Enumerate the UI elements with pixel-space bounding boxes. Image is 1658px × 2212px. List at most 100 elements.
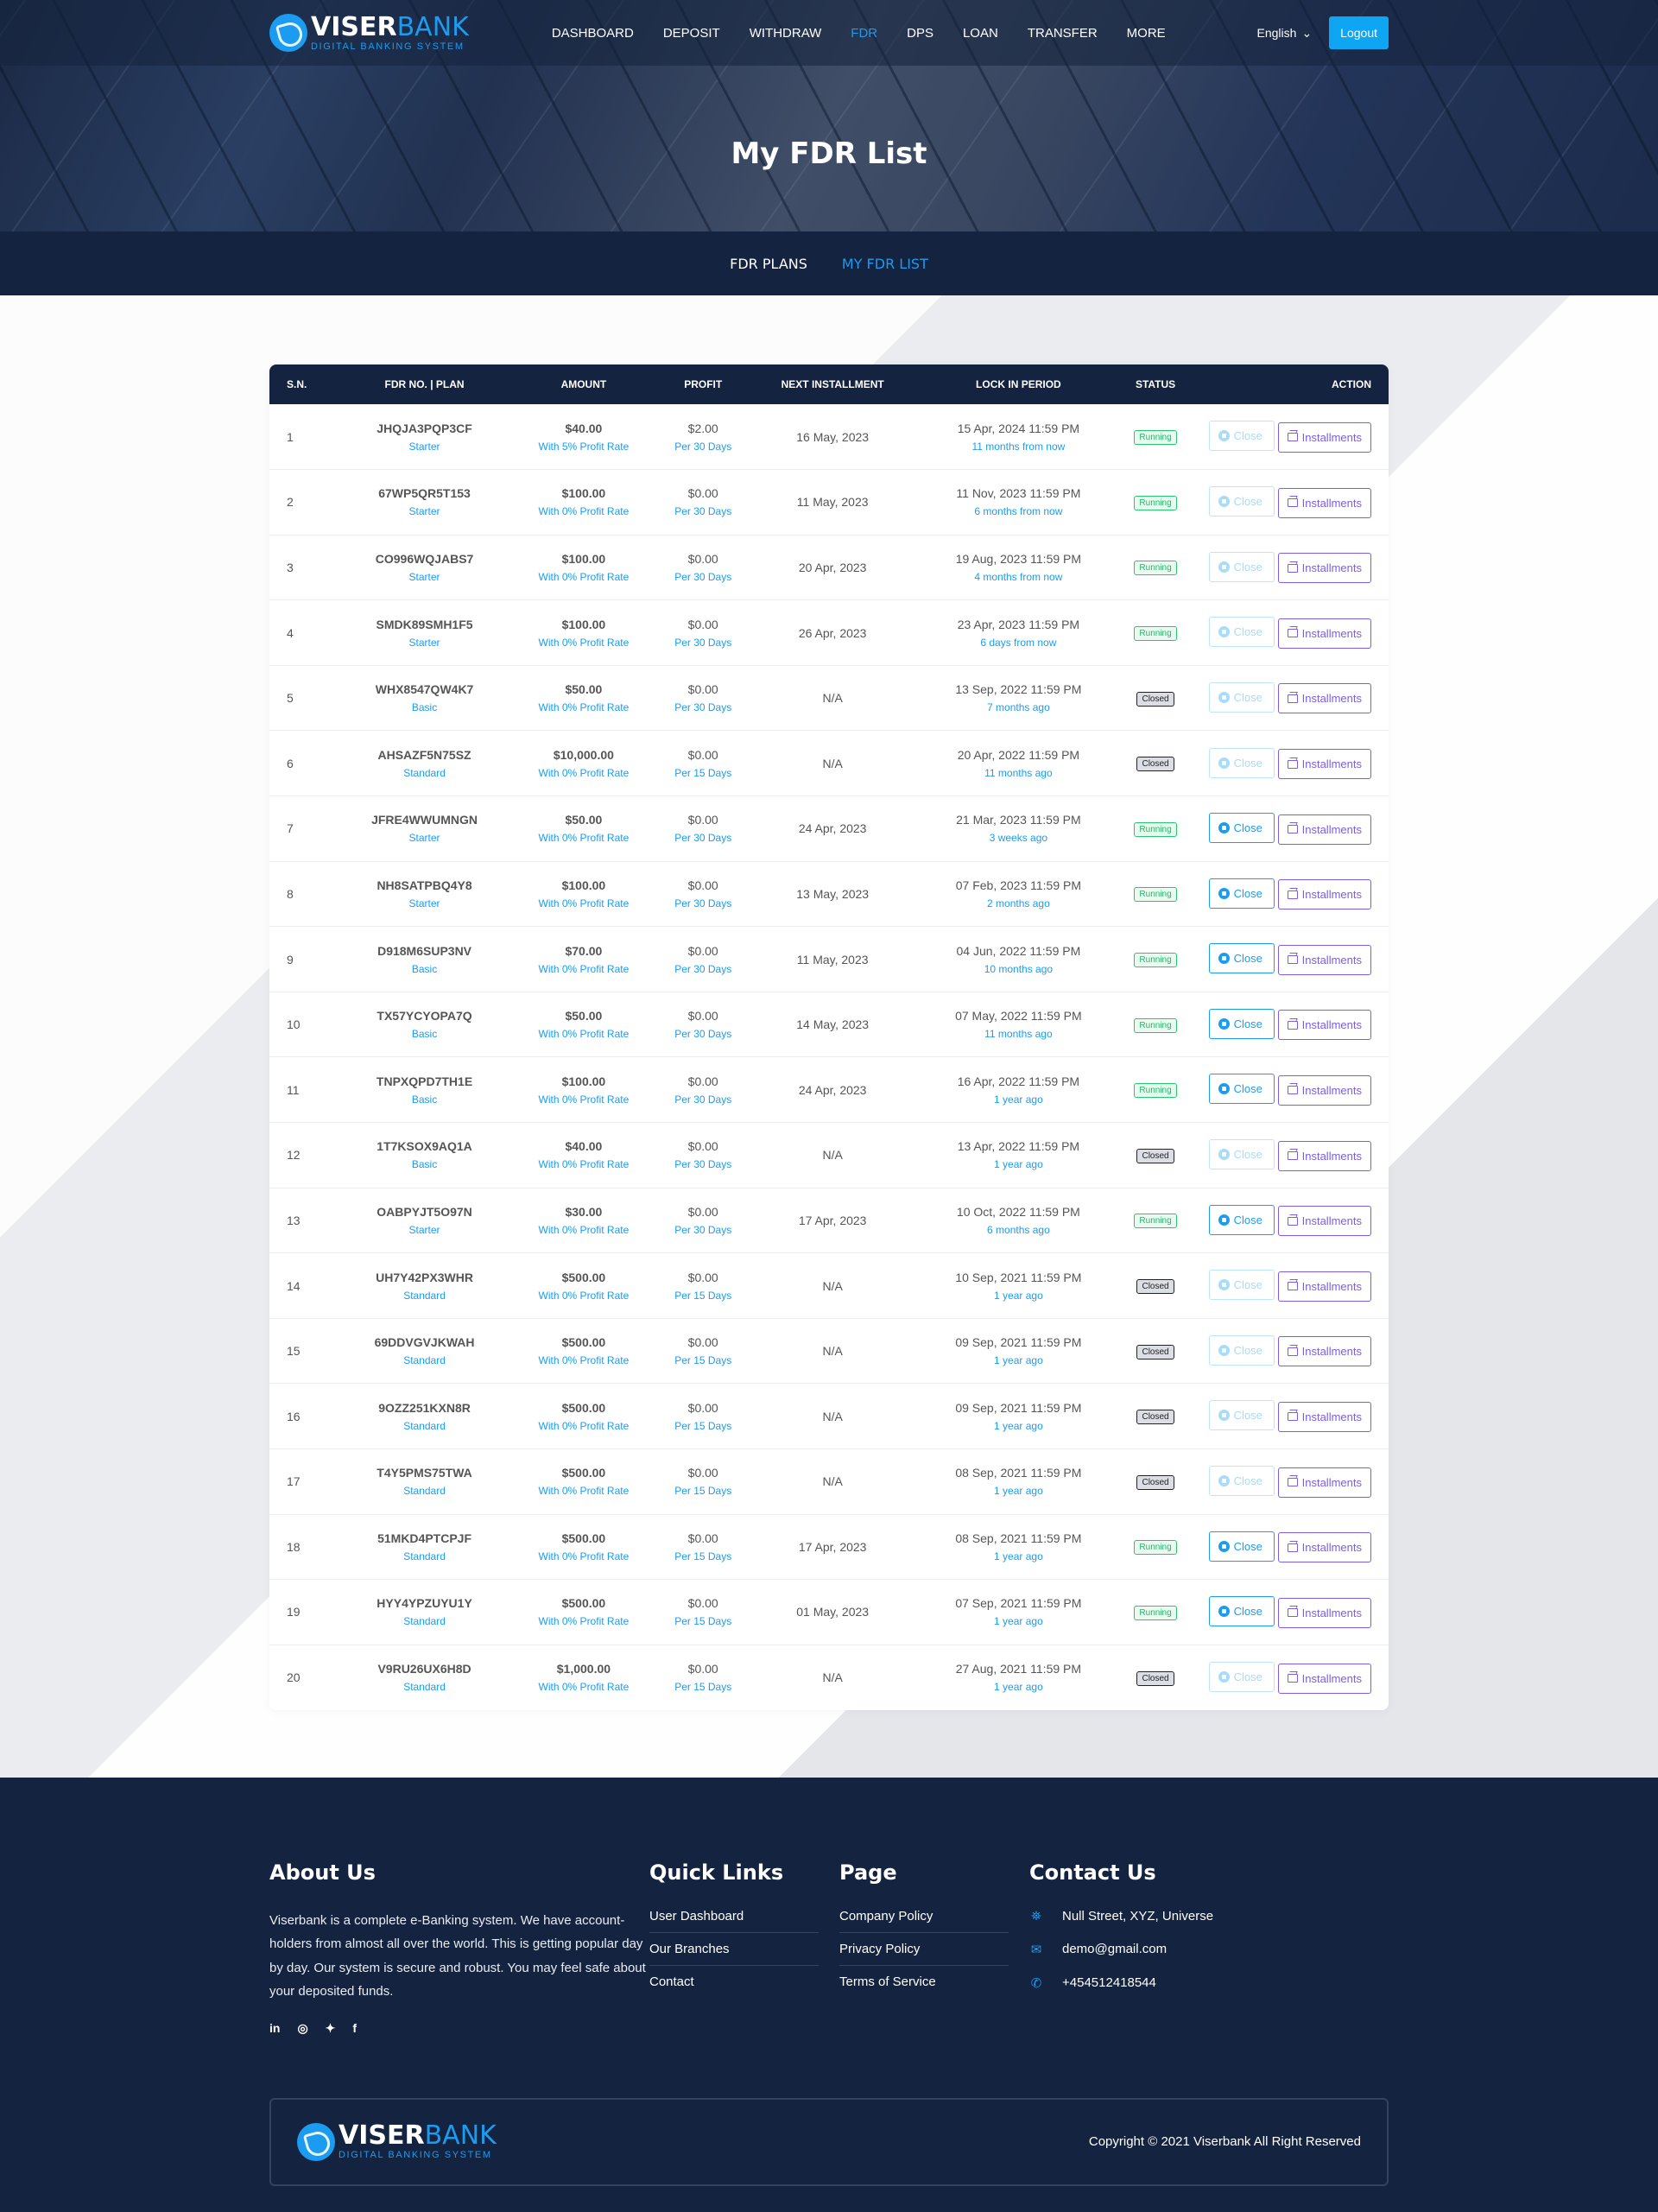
nav-loan[interactable]: LOAN — [963, 26, 998, 41]
footer-link-contact[interactable]: Contact — [649, 1966, 819, 1998]
close-fdr-button: Close — [1208, 1400, 1275, 1431]
nav-dps[interactable]: DPS — [907, 26, 933, 41]
close-fdr-button[interactable]: Close — [1208, 1531, 1275, 1562]
lock-date: 09 Sep, 2021 11:59 PM — [955, 1400, 1082, 1415]
cell-next-installment: 16 May, 2023 — [796, 429, 870, 444]
installments-button[interactable]: Installments — [1277, 1532, 1371, 1563]
language-select[interactable]: English ⌄ — [1257, 26, 1313, 41]
lock-date: 09 Sep, 2021 11:59 PM — [955, 1335, 1082, 1350]
wallet-icon — [1287, 955, 1298, 965]
installments-button[interactable]: Installments — [1277, 944, 1371, 975]
cell-amount: $100.00 With 0% Profit Rate — [510, 1057, 657, 1123]
close-fdr-button[interactable]: Close — [1208, 813, 1275, 844]
installments-button[interactable]: Installments — [1277, 1467, 1371, 1498]
table-row: 10 TX57YCYOPA7Q Basic $50.00 With 0% Profit … — [269, 992, 1389, 1057]
table-row: 4 SMDK89SMH1F5 Starter $100.00 With 0% Profi… — [269, 600, 1389, 666]
installments-button[interactable]: Installments — [1277, 1597, 1371, 1628]
installments-button[interactable]: Installments — [1277, 1010, 1371, 1041]
profit-period: Per 30 Days — [674, 570, 732, 583]
nav-dashboard[interactable]: DASHBOARD — [552, 26, 634, 41]
subnav-fdr-plans[interactable]: FDR PLANS — [730, 256, 807, 272]
contact-email-text[interactable]: demo@gmail.com — [1062, 1942, 1167, 1956]
nav-deposit[interactable]: DEPOSIT — [663, 26, 720, 41]
stop-circle-icon — [1218, 822, 1230, 834]
close-fdr-button[interactable]: Close — [1208, 1596, 1275, 1627]
amount-value: $100.00 — [561, 617, 606, 631]
cell-next-installment: N/A — [822, 691, 843, 706]
contact-address: ⛯ Null Street, XYZ, Universe — [1029, 1909, 1213, 1924]
cell-profit: $0.00 Per 15 Days — [657, 1449, 750, 1515]
logout-button[interactable]: Logout — [1329, 16, 1389, 49]
footer-link-our-branches[interactable]: Our Branches — [649, 1933, 819, 1966]
cell-status: Running — [1121, 404, 1190, 470]
wallet-icon — [1287, 498, 1298, 508]
installments-button[interactable]: Installments — [1277, 1271, 1371, 1302]
subnav-my-fdr-list[interactable]: MY FDR LIST — [842, 256, 928, 272]
cell-lock-in-period: 27 Aug, 2021 11:59 PM 1 year ago — [916, 1645, 1121, 1710]
installments-button[interactable]: Installments — [1277, 814, 1371, 845]
contact-phone-text[interactable]: +454512418544 — [1062, 1975, 1156, 1990]
footer-link-company-policy[interactable]: Company Policy — [839, 1909, 1009, 1933]
installments-button[interactable]: Installments — [1277, 1401, 1371, 1432]
installments-button[interactable]: Installments — [1277, 487, 1371, 518]
col-profit: PROFIT — [684, 378, 723, 390]
close-fdr-button[interactable]: Close — [1208, 878, 1275, 909]
close-fdr-button[interactable]: Close — [1208, 1008, 1275, 1039]
installments-button[interactable]: Installments — [1277, 749, 1371, 780]
linkedin-icon[interactable]: in — [269, 2021, 280, 2036]
cell-amount: $100.00 With 0% Profit Rate — [510, 861, 657, 927]
lock-date: 16 Apr, 2022 11:59 PM — [957, 1074, 1080, 1088]
cell-action: Close Installments — [1190, 1253, 1389, 1319]
brand-logo[interactable]: VISERBANK DIGITAL BANKING SYSTEM — [269, 14, 469, 52]
footer-brand-logo[interactable]: VISERBANK DIGITAL BANKING SYSTEM — [297, 2122, 497, 2161]
stop-circle-icon — [1218, 1671, 1230, 1683]
installments-button[interactable]: Installments — [1277, 618, 1371, 649]
installments-button[interactable]: Installments — [1277, 421, 1371, 453]
nav-transfer[interactable]: TRANSFER — [1028, 26, 1098, 41]
nav-withdraw[interactable]: WITHDRAW — [750, 26, 822, 41]
close-fdr-button[interactable]: Close — [1208, 1204, 1275, 1235]
cell-profit: $0.00 Per 15 Days — [657, 1645, 750, 1710]
cell-next-installment: 24 Apr, 2023 — [798, 1082, 867, 1097]
nav-fdr[interactable]: FDR — [851, 26, 877, 41]
nav-more[interactable]: MORE — [1127, 26, 1166, 41]
installments-button[interactable]: Installments — [1277, 683, 1371, 714]
footer-link-privacy-policy[interactable]: Privacy Policy — [839, 1933, 1009, 1966]
installments-button[interactable]: Installments — [1277, 1663, 1371, 1694]
status-badge: Running — [1134, 1083, 1177, 1099]
cell-amount: $30.00 With 0% Profit Rate — [510, 1188, 657, 1253]
cell-amount: $50.00 With 0% Profit Rate — [510, 665, 657, 731]
profit-value: $0.00 — [687, 617, 718, 631]
installments-button[interactable]: Installments — [1277, 553, 1371, 584]
installments-button[interactable]: Installments — [1277, 1140, 1371, 1171]
installments-button[interactable]: Installments — [1277, 1336, 1371, 1367]
status-badge: Running — [1134, 1540, 1177, 1556]
cell-lock-in-period: 04 Jun, 2022 11:59 PM 10 months ago — [916, 927, 1121, 992]
plan-name: Standard — [403, 1681, 446, 1694]
close-fdr-button: Close — [1208, 421, 1275, 452]
instagram-icon[interactable]: ◎ — [297, 2021, 307, 2036]
wallet-icon — [1287, 825, 1298, 834]
close-fdr-button[interactable]: Close — [1208, 1074, 1275, 1105]
installments-button[interactable]: Installments — [1277, 879, 1371, 910]
plan-name: Starter — [408, 1223, 440, 1236]
installments-label: Installments — [1301, 430, 1362, 444]
close-fdr-button: Close — [1208, 1139, 1275, 1170]
footer-link-terms-of-service[interactable]: Terms of Service — [839, 1966, 1009, 1998]
stop-circle-icon — [1218, 1410, 1230, 1422]
installments-button[interactable]: Installments — [1277, 1206, 1371, 1237]
stop-circle-icon — [1218, 1279, 1230, 1291]
profit-rate: With 0% Profit Rate — [538, 832, 630, 845]
status-badge: Closed — [1136, 691, 1174, 707]
twitter-icon[interactable]: ✦ — [326, 2021, 336, 2036]
installments-button[interactable]: Installments — [1277, 1074, 1371, 1106]
footer-page-links: Page Company Policy Privacy Policy Terms… — [839, 1860, 1029, 2036]
close-fdr-button[interactable]: Close — [1208, 943, 1275, 974]
facebook-icon[interactable]: f — [352, 2021, 357, 2036]
footer-link-user-dashboard[interactable]: User Dashboard — [649, 1909, 819, 1933]
fdr-number: 51MKD4PTCPJF — [377, 1531, 471, 1545]
lock-date: 07 Sep, 2021 11:59 PM — [955, 1596, 1082, 1611]
cell-profit: $2.00 Per 30 Days — [657, 404, 750, 470]
cell-sn: 10 — [287, 1017, 301, 1032]
cell-fdr-plan: V9RU26UX6H8D Standard — [339, 1645, 510, 1710]
